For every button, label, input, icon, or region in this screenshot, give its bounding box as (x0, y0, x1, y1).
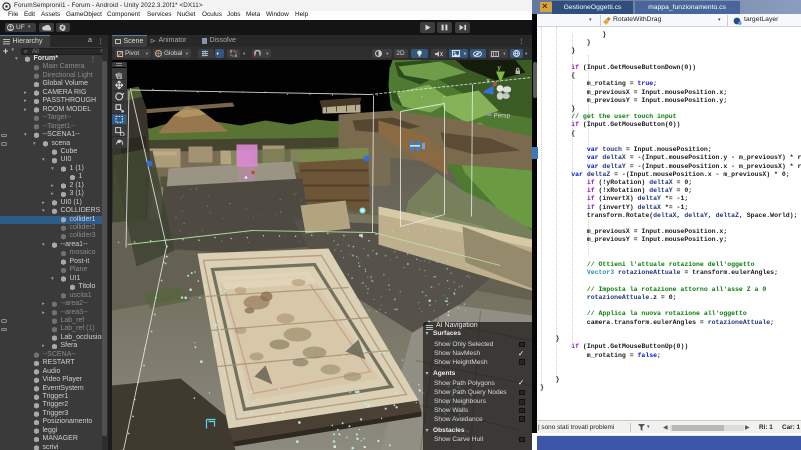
svg-text:Persp: Persp (493, 112, 510, 119)
